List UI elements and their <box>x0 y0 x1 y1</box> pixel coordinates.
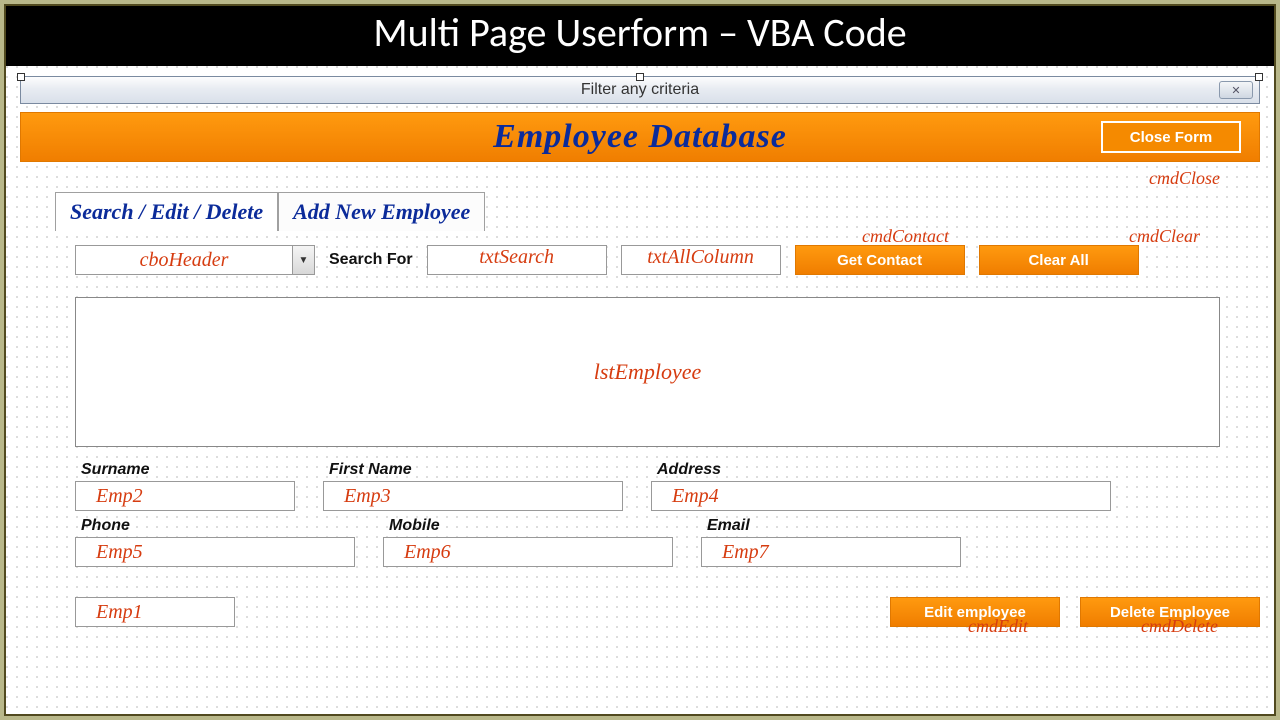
edit-employee-button[interactable]: Edit employee <box>890 597 1060 627</box>
bottom-row: Emp1 Edit employee Delete Employee <box>75 597 1260 627</box>
window-titlebar[interactable]: Filter any criteria ✕ <box>20 76 1260 104</box>
tab-strip: Search / Edit / Delete Add New Employee <box>55 192 1260 231</box>
first-name-input[interactable]: Emp3 <box>323 481 623 511</box>
annotation-cmdclose: cmdClose <box>1149 168 1220 189</box>
address-input[interactable]: Emp4 <box>651 481 1111 511</box>
email-input[interactable]: Emp7 <box>701 537 961 567</box>
close-form-button[interactable]: Close Form <box>1101 121 1241 153</box>
emp1-input[interactable]: Emp1 <box>75 597 235 627</box>
phone-label: Phone <box>81 517 355 535</box>
design-surface: Filter any criteria ✕ Employee Database … <box>6 66 1274 714</box>
header-band: Employee Database Close Form <box>20 112 1260 162</box>
combo-placeholder: cboHeader <box>76 249 292 272</box>
window-close-button[interactable]: ✕ <box>1219 81 1253 99</box>
userform-container: Filter any criteria ✕ Employee Database … <box>20 76 1260 708</box>
phone-input[interactable]: Emp5 <box>75 537 355 567</box>
all-column-input[interactable]: txtAllColumn <box>621 245 781 275</box>
mobile-label: Mobile <box>389 517 673 535</box>
surname-label: Surname <box>81 461 295 479</box>
surname-input[interactable]: Emp2 <box>75 481 295 511</box>
search-input[interactable]: txtSearch <box>427 245 607 275</box>
email-label: Email <box>707 517 961 535</box>
delete-employee-button[interactable]: Delete Employee <box>1080 597 1260 627</box>
tab-add-new-employee[interactable]: Add New Employee <box>278 192 485 231</box>
form-title: Employee Database <box>21 118 1259 156</box>
field-grid: Surname Emp2 First Name Emp3 Address Emp… <box>75 461 1260 567</box>
window-title: Filter any criteria <box>581 81 699 99</box>
employee-listbox[interactable]: lstEmployee <box>75 297 1220 447</box>
search-for-label: Search For <box>329 251 413 269</box>
get-contact-button[interactable]: Get Contact <box>795 245 965 275</box>
tab-search-edit-delete[interactable]: Search / Edit / Delete <box>55 192 278 231</box>
search-row: cboHeader ▼ Search For txtSearch txtAllC… <box>75 245 1260 275</box>
slide-title: Multi Page Userform – VBA Code <box>6 6 1274 66</box>
slide-canvas: Multi Page Userform – VBA Code Filter an… <box>4 4 1276 716</box>
address-label: Address <box>657 461 1111 479</box>
first-name-label: First Name <box>329 461 623 479</box>
clear-all-button[interactable]: Clear All <box>979 245 1139 275</box>
close-icon: ✕ <box>1231 84 1240 97</box>
header-combobox[interactable]: cboHeader ▼ <box>75 245 315 275</box>
mobile-input[interactable]: Emp6 <box>383 537 673 567</box>
listbox-label: lstEmployee <box>594 359 702 385</box>
chevron-down-icon[interactable]: ▼ <box>292 246 314 274</box>
